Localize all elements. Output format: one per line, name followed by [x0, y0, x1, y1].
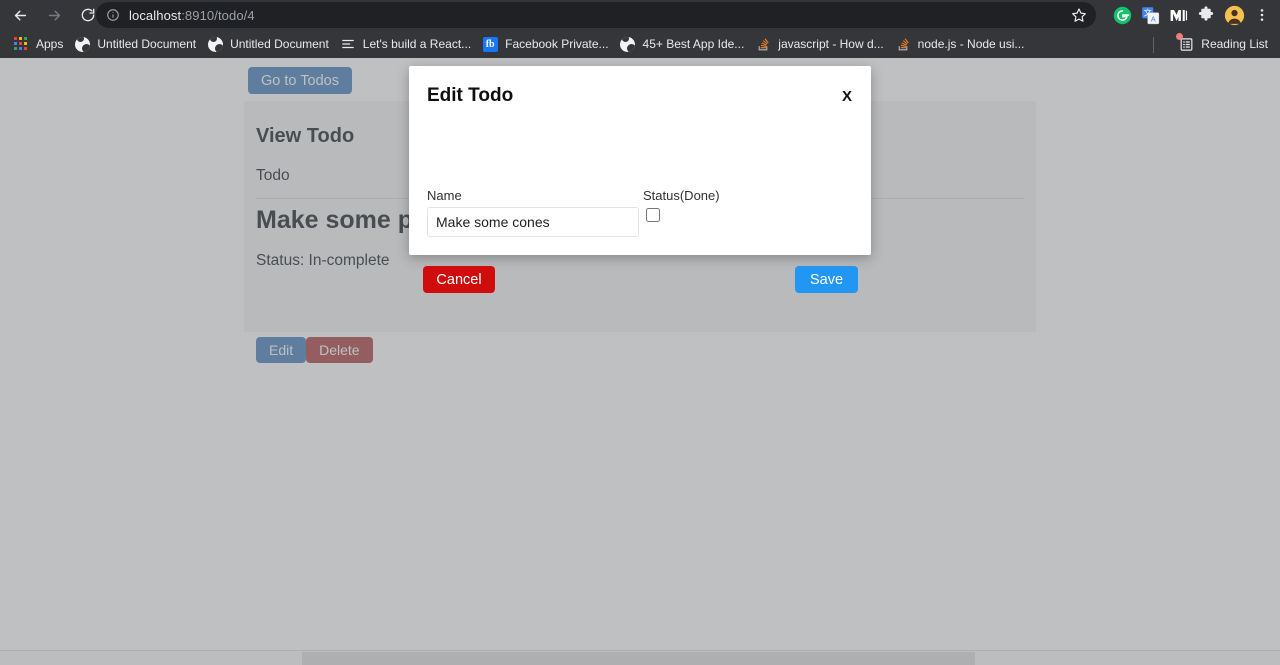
grammarly-icon[interactable]: [1108, 1, 1136, 29]
list-icon: [340, 36, 356, 52]
arrow-right-icon: [48, 10, 60, 20]
facebook-icon: fb: [482, 36, 498, 52]
address-bar[interactable]: localhost:8910/todo/4: [96, 2, 1096, 28]
bookmark-label: javascript - How d...: [778, 37, 884, 51]
bookmark-label: node.js - Node usi...: [917, 37, 1025, 51]
svg-text:A: A: [1150, 15, 1155, 23]
reading-list-icon: [1176, 33, 1194, 52]
status-done-checkbox[interactable]: [646, 208, 660, 222]
reload-icon: [81, 8, 95, 22]
bookmark-facebook-private[interactable]: fb Facebook Private...: [478, 33, 615, 55]
save-button[interactable]: Save: [795, 266, 858, 293]
globe-icon: [620, 36, 636, 52]
browser-chrome: localhost:8910/todo/4 文 A: [0, 0, 1280, 58]
bookmark-label: Untitled Document: [230, 37, 329, 51]
google-translate-icon[interactable]: 文 A: [1136, 1, 1164, 29]
bookmark-label: 45+ Best App Ide...: [642, 37, 745, 51]
info-circle-icon[interactable]: [106, 8, 120, 22]
medium-icon[interactable]: [1164, 1, 1192, 29]
bookmark-label: Apps: [36, 37, 64, 51]
chrome-menu-icon[interactable]: [1248, 1, 1276, 29]
extension-icons: 文 A: [1108, 0, 1276, 30]
bookmark-untitled-document-2[interactable]: Untitled Document: [203, 33, 336, 55]
forward-button[interactable]: [40, 1, 68, 29]
cancel-button[interactable]: Cancel: [423, 266, 495, 293]
bookmark-apps[interactable]: Apps: [9, 33, 70, 55]
arrow-left-icon: [14, 10, 26, 20]
globe-icon: [74, 36, 90, 52]
url-path: :8910/todo/4: [181, 7, 255, 23]
reading-list-button[interactable]: Reading List: [1172, 33, 1274, 55]
bookmark-nodejs-node-using[interactable]: node.js - Node usi...: [891, 33, 1032, 55]
bookmark-untitled-document-1[interactable]: Untitled Document: [70, 33, 203, 55]
stackoverflow-icon: [755, 36, 771, 52]
bookmarks-bar: Apps Untitled Document Untitled Document…: [0, 30, 1280, 58]
name-field-label: Name: [427, 188, 462, 203]
scrollbar-thumb[interactable]: [302, 652, 975, 665]
status-field-label: Status(Done): [643, 188, 720, 203]
apps-grid-icon: [13, 36, 29, 52]
extensions-puzzle-icon[interactable]: [1192, 1, 1220, 29]
todo-page: Go to Todos View Todo Todo Make some pas…: [0, 58, 1280, 650]
url-host: localhost: [129, 7, 182, 23]
bookmark-javascript-how-do[interactable]: javascript - How d...: [751, 33, 890, 55]
name-input[interactable]: [427, 207, 639, 237]
close-icon[interactable]: X: [838, 87, 856, 106]
browser-toolbar: localhost:8910/todo/4 文 A: [0, 0, 1280, 30]
bookmark-label: Let's build a React...: [362, 37, 472, 51]
globe-icon: [207, 36, 223, 52]
bookmark-label: Facebook Private...: [505, 37, 609, 51]
profile-avatar[interactable]: [1220, 1, 1248, 29]
reading-list-label: Reading List: [1201, 37, 1268, 51]
modal-title: Edit Todo: [427, 85, 514, 106]
bookmark-separator: [1153, 37, 1154, 53]
stackoverflow-icon: [895, 36, 911, 52]
bookmark-45-best-app-ideas[interactable]: 45+ Best App Ide...: [616, 33, 752, 55]
url-text: localhost:8910/todo/4: [129, 8, 255, 23]
bookmark-lets-build-a-react[interactable]: Let's build a React...: [336, 33, 478, 55]
bookmark-label: Untitled Document: [97, 37, 197, 51]
back-button[interactable]: [6, 1, 34, 29]
star-icon[interactable]: [1070, 6, 1088, 24]
horizontal-scrollbar[interactable]: [0, 650, 1280, 665]
page-viewport: Go to Todos View Todo Todo Make some pas…: [0, 58, 1280, 665]
